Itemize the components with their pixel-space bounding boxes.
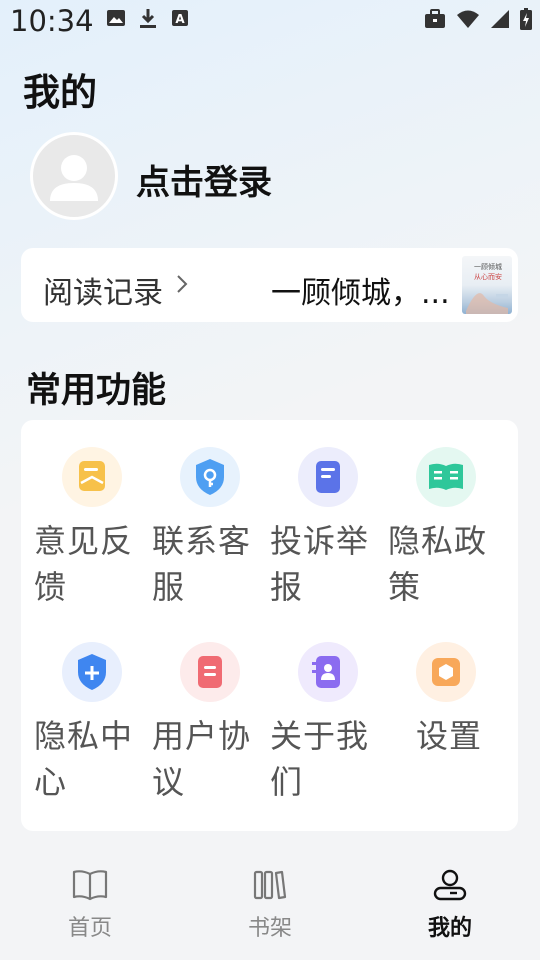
tab-home[interactable]: 首页 [45,868,135,942]
reading-history-label[interactable]: 阅读记录 [43,268,163,312]
feedback-icon [62,447,122,507]
about-us-label: 关于我们 [270,717,370,801]
avatar[interactable] [30,132,118,220]
settings-label: 设置 [416,717,483,755]
privacy-center-icon [62,642,122,702]
book-open-icon [72,870,108,906]
tab-mine[interactable]: 我的 [405,868,495,942]
privacy-policy-icon [416,447,476,507]
cover-text-line1: 一顾倾城 [474,262,502,271]
tab-bookshelf-label: 书架 [247,916,292,941]
feedback-label: 意见反馈 [34,522,134,606]
svg-text:A: A [175,12,185,26]
chevron-right-icon [176,274,188,298]
status-right-icons [424,8,532,34]
bookshelf-icon [252,870,288,906]
contact-service-label: 联系客服 [152,522,252,606]
image-icon [106,8,126,34]
complaint-icon [298,447,358,507]
login-button[interactable]: 点击登录 [136,155,272,204]
bottom-tab-bar: 首页 书架 我的 [0,850,540,960]
recent-book-title[interactable]: 一顾倾城，... [271,268,450,312]
privacy-policy-button[interactable]: 隐私政策 [388,445,506,606]
signal-icon [490,9,510,33]
profile-icon [432,869,468,906]
privacy-center-label: 隐私中心 [34,717,134,801]
status-bar: 10:34 A [0,0,540,44]
user-agreement-icon [180,642,240,702]
customer-service-icon [180,447,240,507]
reading-history-card[interactable]: 阅读记录 一顾倾城，... 一顾倾城 从心而安 [21,248,518,322]
complaint-label: 投诉举报 [270,522,370,606]
about-us-button[interactable]: 关于我们 [270,642,388,802]
a-icon: A [170,8,190,34]
feedback-button[interactable]: 意见反馈 [34,445,152,606]
settings-button[interactable]: 设置 [388,642,506,802]
book-cover-image[interactable]: 一顾倾城 从心而安 [462,256,512,314]
privacy-center-button[interactable]: 隐私中心 [34,642,152,802]
briefcase-icon [424,9,446,33]
about-us-icon [298,642,358,702]
status-time: 10:34 [10,4,94,38]
common-functions-title: 常用功能 [26,371,167,411]
user-agreement-label: 用户协议 [152,717,252,801]
page-title: 我的 [23,71,97,114]
tab-home-label: 首页 [67,916,112,941]
common-functions-card: 意见反馈 联系客服 投诉举报 隐私政策 隐私中心 用户协议 关于我们 设置 [21,420,518,831]
battery-icon [520,8,532,34]
settings-icon [416,642,476,702]
user-agreement-button[interactable]: 用户协议 [152,642,270,802]
tab-bookshelf[interactable]: 书架 [225,868,315,942]
tab-mine-label: 我的 [427,916,472,941]
privacy-policy-label: 隐私政策 [388,522,488,606]
wifi-icon [456,9,480,33]
complaint-button[interactable]: 投诉举报 [270,445,388,606]
status-left-icons: A [106,8,190,34]
user-avatar-icon [50,155,98,201]
download-icon [138,8,158,34]
cover-text-line2: 从心而安 [474,272,502,281]
contact-service-button[interactable]: 联系客服 [152,445,270,606]
